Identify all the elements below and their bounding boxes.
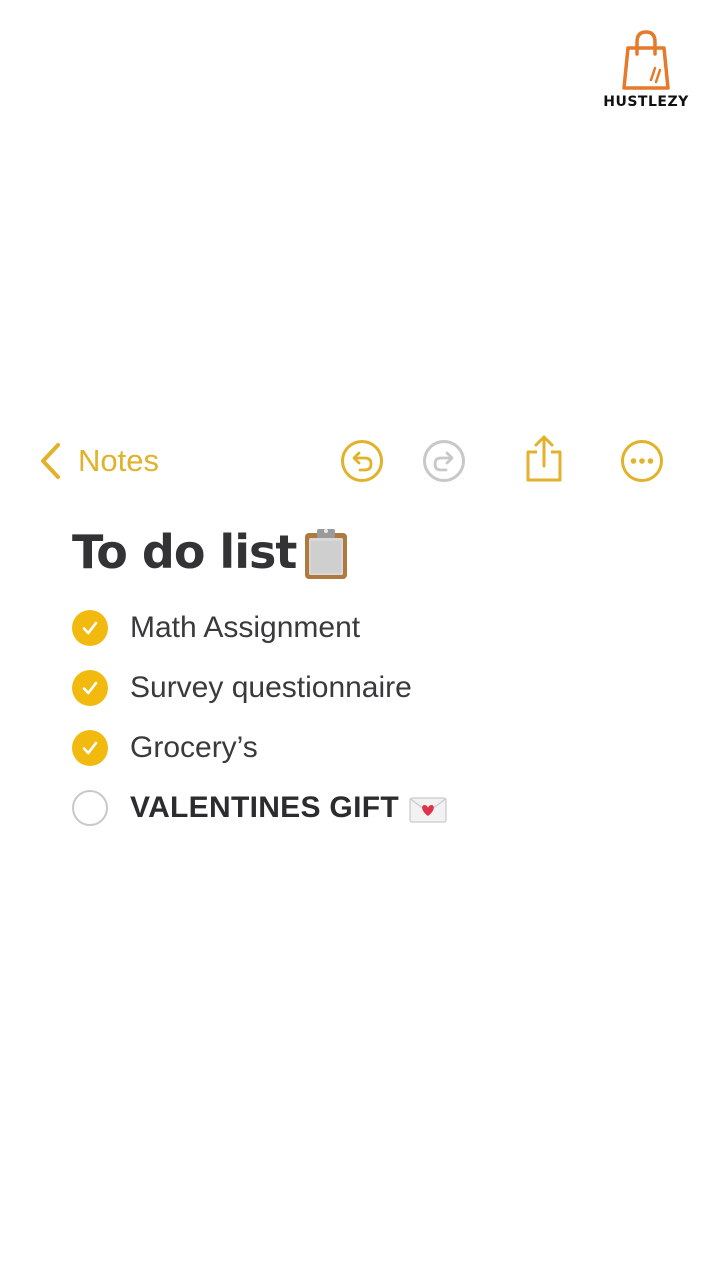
more-button[interactable] [620,439,664,483]
back-button[interactable]: Notes [38,440,159,482]
more-icon [621,440,663,482]
checkmark-icon [82,621,98,635]
list-item-text: Survey questionnaire [130,671,412,704]
note-title[interactable]: To do list [72,520,672,584]
checkmark-icon [82,741,98,755]
list-item-text: Grocery’s [130,731,258,764]
checklist: Math Assignment Survey questionnaire Gro… [72,598,672,838]
clipboard-icon [305,529,348,579]
list-item[interactable]: Grocery’s [72,718,672,778]
back-label: Notes [78,443,159,478]
list-item[interactable]: VALENTINES GIFT [72,778,672,838]
list-item-text: VALENTINES GIFT [130,791,399,824]
brand-logo: HUSTLEZY [592,28,700,110]
list-item[interactable]: Survey questionnaire [72,658,672,718]
undo-icon [341,440,383,482]
note-body[interactable]: To do list Math Assignment Survey questi… [72,520,672,838]
undo-button[interactable] [340,439,384,483]
checkbox-checked[interactable] [72,730,108,766]
note-title-text: To do list [72,525,297,579]
shopping-bag-icon [622,30,670,90]
checkbox-unchecked[interactable] [72,790,108,826]
share-button[interactable] [522,434,566,484]
list-item-text: Math Assignment [130,611,361,644]
redo-icon [423,440,465,482]
share-icon [526,435,562,482]
brand-name: HUSTLEZY [603,94,689,110]
love-letter-icon [409,797,447,823]
checkbox-checked[interactable] [72,670,108,706]
notes-toolbar: Notes [0,434,720,486]
list-item[interactable]: Math Assignment [72,598,672,658]
redo-button[interactable] [422,439,466,483]
chevron-left-icon [41,443,60,479]
checkbox-checked[interactable] [72,610,108,646]
checkmark-icon [82,681,98,695]
